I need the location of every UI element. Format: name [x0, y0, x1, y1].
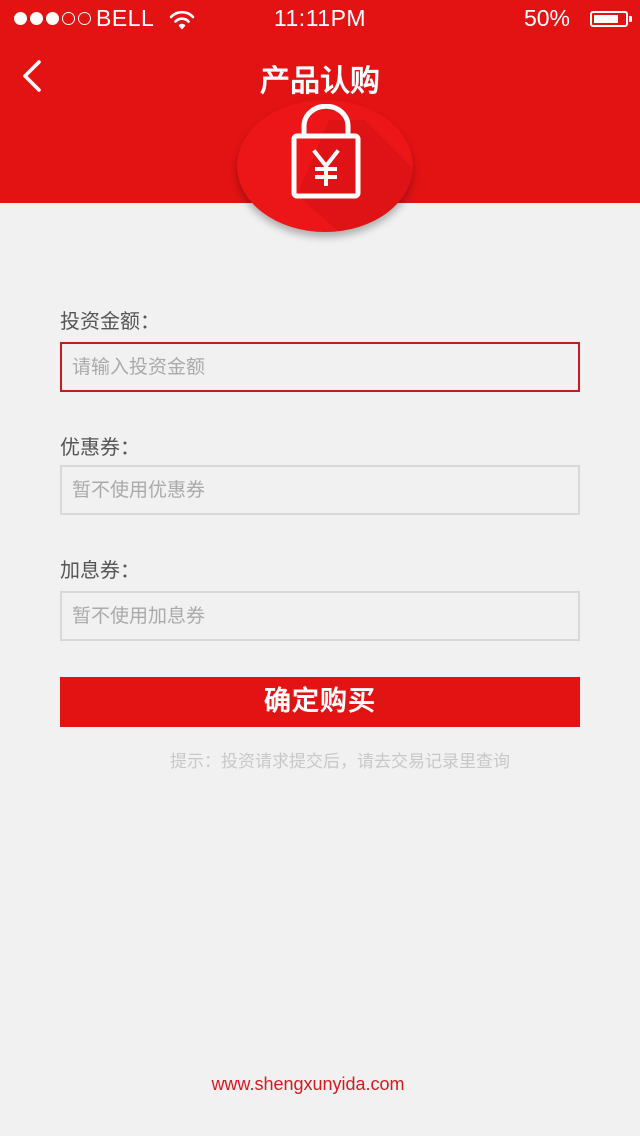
status-bar: BELL 11:11PM 50%	[0, 0, 640, 40]
tip-text: 提示：投资请求提交后，请去交易记录里查询	[170, 752, 510, 772]
confirm-buy-button[interactable]: 确定购买	[60, 677, 580, 727]
amount-input[interactable]	[60, 342, 580, 392]
interest-coupon-label: 加息券：	[60, 558, 140, 582]
page-title: 产品认购	[260, 64, 380, 99]
battery-icon	[590, 11, 632, 27]
coupon-label: 优惠券：	[60, 435, 140, 459]
interest-coupon-field[interactable]	[60, 591, 580, 641]
amount-label: 投资金额：	[60, 309, 160, 333]
battery-percent: 50%	[523, 5, 570, 31]
coupon-field[interactable]	[60, 465, 580, 515]
footer-website: www.shengxunyida.com	[211, 1074, 405, 1094]
lock-yuan-icon	[291, 104, 361, 199]
back-button[interactable]	[12, 56, 52, 96]
chevron-left-icon	[23, 60, 41, 92]
battery-level	[594, 15, 618, 23]
hero-badge	[237, 100, 413, 232]
